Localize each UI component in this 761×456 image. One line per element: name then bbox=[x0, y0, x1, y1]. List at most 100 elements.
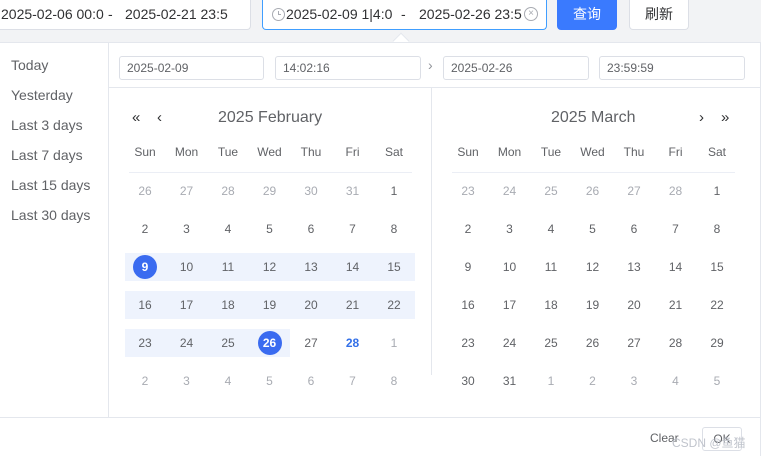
date-cell[interactable]: 7 bbox=[333, 215, 373, 243]
date-cell[interactable]: 29 bbox=[250, 177, 290, 205]
range1-end-input[interactable]: 2025-02-21 23:5 bbox=[125, 6, 233, 22]
date-cell[interactable]: 1 bbox=[374, 177, 414, 205]
date-cell[interactable]: 12 bbox=[250, 253, 290, 281]
date-cell[interactable]: 27 bbox=[614, 329, 654, 357]
date-cell[interactable]: 22 bbox=[374, 291, 414, 319]
date-cell[interactable]: 22 bbox=[697, 291, 737, 319]
date-cell[interactable]: 28 bbox=[333, 329, 373, 357]
date-cell[interactable]: 18 bbox=[208, 291, 248, 319]
prev-month-icon[interactable]: ‹ bbox=[157, 109, 162, 126]
shortcut-last-7-days[interactable]: Last 7 days bbox=[11, 147, 83, 163]
date-cell-selected[interactable]: 26 bbox=[250, 329, 290, 357]
date-cell[interactable]: 28 bbox=[656, 329, 696, 357]
date-cell[interactable]: 31 bbox=[490, 367, 530, 395]
date-cell[interactable]: 6 bbox=[614, 215, 654, 243]
date-cell[interactable]: 5 bbox=[250, 215, 290, 243]
shortcut-last-30-days[interactable]: Last 30 days bbox=[11, 207, 90, 223]
date-cell[interactable]: 27 bbox=[614, 177, 654, 205]
date-cell[interactable]: 4 bbox=[208, 215, 248, 243]
date-cell[interactable]: 23 bbox=[448, 329, 488, 357]
prev-year-icon[interactable]: « bbox=[132, 109, 140, 126]
query-button[interactable]: 查询 bbox=[557, 0, 617, 30]
range2-start-input[interactable]: 2025-02-09 1|4:0 bbox=[286, 6, 394, 22]
date-cell[interactable]: 24 bbox=[167, 329, 207, 357]
date-range-picker-2[interactable]: 2025-02-09 1|4:0 - 2025-02-26 23:5 × bbox=[262, 0, 547, 30]
next-month-icon[interactable]: › bbox=[699, 109, 704, 126]
date-cell[interactable]: 13 bbox=[614, 253, 654, 281]
date-cell[interactable]: 24 bbox=[490, 329, 530, 357]
date-cell[interactable]: 1 bbox=[374, 329, 414, 357]
date-cell[interactable]: 3 bbox=[167, 215, 207, 243]
date-cell[interactable]: 25 bbox=[531, 177, 571, 205]
date-cell[interactable]: 1 bbox=[697, 177, 737, 205]
date-cell[interactable]: 19 bbox=[573, 291, 613, 319]
shortcut-yesterday[interactable]: Yesterday bbox=[11, 87, 73, 103]
date-cell[interactable]: 27 bbox=[291, 329, 331, 357]
date-cell[interactable]: 1 bbox=[531, 367, 571, 395]
end-date-input[interactable]: 2025-02-26 bbox=[443, 56, 589, 80]
date-cell[interactable]: 5 bbox=[573, 215, 613, 243]
date-cell[interactable]: 29 bbox=[697, 329, 737, 357]
date-cell[interactable]: 2 bbox=[125, 215, 165, 243]
date-cell[interactable]: 5 bbox=[697, 367, 737, 395]
date-cell[interactable]: 4 bbox=[656, 367, 696, 395]
date-cell[interactable]: 28 bbox=[208, 177, 248, 205]
date-cell[interactable]: 10 bbox=[490, 253, 530, 281]
date-cell[interactable]: 2 bbox=[448, 215, 488, 243]
clear-icon[interactable]: × bbox=[524, 7, 538, 21]
date-cell[interactable]: 17 bbox=[490, 291, 530, 319]
date-cell[interactable]: 4 bbox=[208, 367, 248, 395]
date-cell[interactable]: 24 bbox=[490, 177, 530, 205]
date-cell[interactable]: 26 bbox=[573, 177, 613, 205]
right-month-title[interactable]: 2025 March bbox=[551, 109, 636, 127]
date-cell[interactable]: 15 bbox=[374, 253, 414, 281]
date-cell[interactable]: 3 bbox=[490, 215, 530, 243]
date-cell[interactable]: 20 bbox=[291, 291, 331, 319]
date-cell[interactable]: 11 bbox=[208, 253, 248, 281]
date-cell[interactable]: 2 bbox=[573, 367, 613, 395]
next-year-icon[interactable]: » bbox=[721, 109, 729, 126]
date-cell[interactable]: 21 bbox=[333, 291, 373, 319]
date-cell[interactable]: 4 bbox=[531, 215, 571, 243]
date-cell[interactable]: 30 bbox=[448, 367, 488, 395]
date-cell[interactable]: 20 bbox=[614, 291, 654, 319]
date-cell[interactable]: 7 bbox=[656, 215, 696, 243]
date-cell-selected[interactable]: 9 bbox=[125, 253, 165, 281]
date-cell[interactable]: 8 bbox=[374, 367, 414, 395]
shortcut-last-15-days[interactable]: Last 15 days bbox=[11, 177, 90, 193]
left-month-title[interactable]: 2025 February bbox=[218, 109, 322, 127]
date-cell[interactable]: 13 bbox=[291, 253, 331, 281]
date-cell[interactable]: 27 bbox=[167, 177, 207, 205]
date-cell[interactable]: 28 bbox=[656, 177, 696, 205]
date-cell[interactable]: 21 bbox=[656, 291, 696, 319]
date-cell[interactable]: 14 bbox=[333, 253, 373, 281]
date-cell[interactable]: 17 bbox=[167, 291, 207, 319]
date-cell[interactable]: 18 bbox=[531, 291, 571, 319]
date-cell[interactable]: 6 bbox=[291, 367, 331, 395]
range2-end-input[interactable]: 2025-02-26 23:5 bbox=[419, 6, 522, 22]
range1-start-input[interactable]: 2025-02-06 00:0 bbox=[1, 6, 113, 22]
date-cell[interactable]: 11 bbox=[531, 253, 571, 281]
date-cell[interactable]: 5 bbox=[250, 367, 290, 395]
date-cell[interactable]: 30 bbox=[291, 177, 331, 205]
date-cell[interactable]: 23 bbox=[448, 177, 488, 205]
date-cell[interactable]: 16 bbox=[448, 291, 488, 319]
date-cell[interactable]: 15 bbox=[697, 253, 737, 281]
date-cell[interactable]: 14 bbox=[656, 253, 696, 281]
date-cell[interactable]: 26 bbox=[125, 177, 165, 205]
date-cell[interactable]: 25 bbox=[531, 329, 571, 357]
refresh-button[interactable]: 刷新 bbox=[629, 0, 689, 30]
date-cell[interactable]: 26 bbox=[573, 329, 613, 357]
end-time-input[interactable]: 23:59:59 bbox=[599, 56, 745, 80]
date-cell[interactable]: 3 bbox=[614, 367, 654, 395]
date-cell[interactable]: 16 bbox=[125, 291, 165, 319]
date-cell[interactable]: 2 bbox=[125, 367, 165, 395]
date-cell[interactable]: 8 bbox=[374, 215, 414, 243]
date-cell[interactable]: 12 bbox=[573, 253, 613, 281]
date-cell[interactable]: 19 bbox=[250, 291, 290, 319]
date-cell[interactable]: 8 bbox=[697, 215, 737, 243]
date-cell[interactable]: 31 bbox=[333, 177, 373, 205]
start-time-input[interactable]: 14:02:16 bbox=[275, 56, 421, 80]
date-cell[interactable]: 6 bbox=[291, 215, 331, 243]
shortcut-today[interactable]: Today bbox=[11, 57, 48, 73]
